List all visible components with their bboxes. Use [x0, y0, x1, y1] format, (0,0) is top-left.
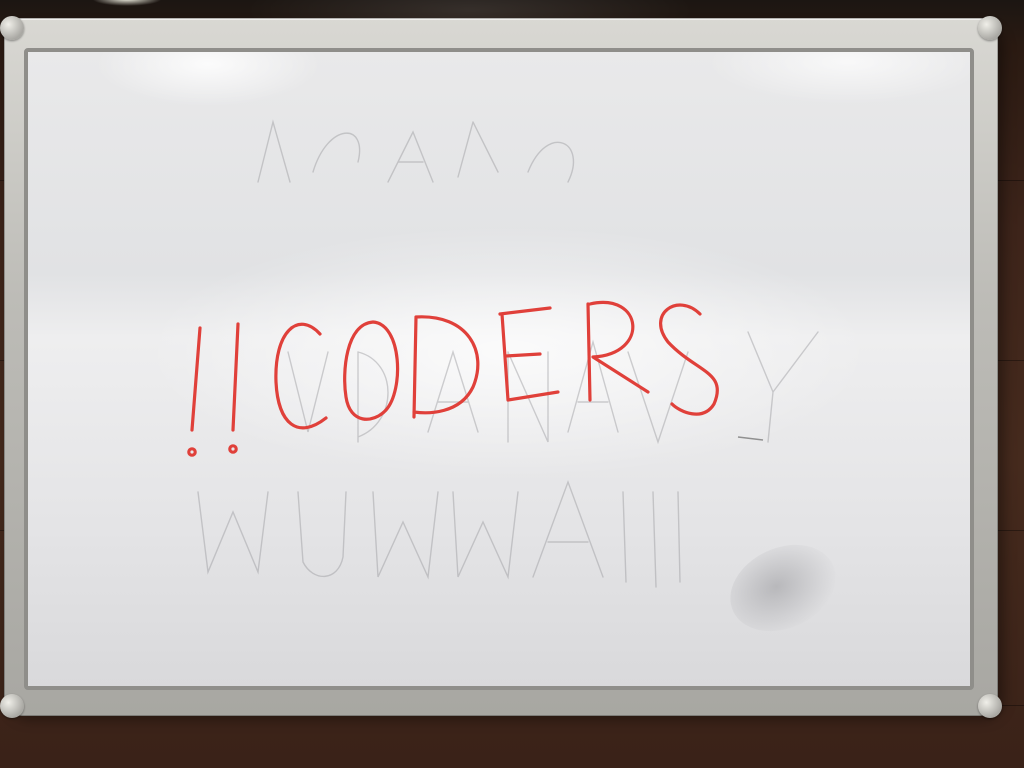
- exclamation-mark-dot: [187, 447, 197, 457]
- letter-d: [412, 315, 480, 419]
- letter-s: [659, 303, 719, 416]
- letter-c: [274, 322, 328, 430]
- ceiling-light-glare: [92, 0, 162, 6]
- letter-r: [586, 300, 650, 402]
- exclamation-mark-stroke: [190, 326, 202, 432]
- frame-corner: [0, 694, 24, 718]
- exclamation-mark-dot: [228, 444, 238, 454]
- marker-writing-coders: [187, 300, 719, 457]
- exclamation-mark-stroke: [231, 322, 240, 432]
- letter-e: [498, 306, 560, 402]
- frame-corner: [978, 694, 1002, 718]
- whiteboard-surface: [28, 52, 970, 686]
- photo-scene: [0, 0, 1024, 768]
- frame-corner: [0, 16, 24, 40]
- frame-corner: [978, 16, 1002, 40]
- letter-o: [343, 320, 400, 421]
